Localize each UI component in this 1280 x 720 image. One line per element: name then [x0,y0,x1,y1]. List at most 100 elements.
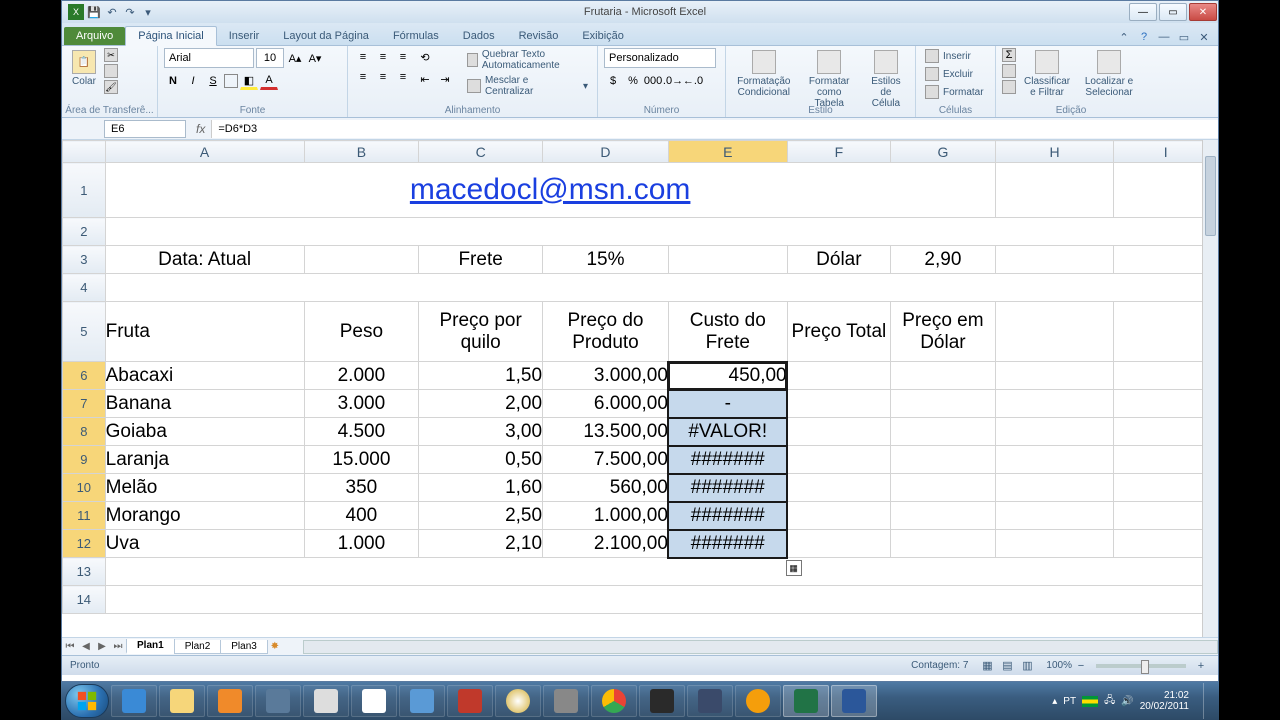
sheet-tab-plan3[interactable]: Plan3 [220,640,268,654]
sheet-tab-plan2[interactable]: Plan2 [174,640,222,654]
underline-button[interactable]: S [204,72,222,90]
currency-icon[interactable]: $ [604,72,622,90]
fx-icon[interactable]: fx [190,122,211,136]
mdi-restore-icon[interactable]: ▭ [1176,29,1192,45]
start-button[interactable] [65,684,109,718]
hdr-preco-quilo[interactable]: Preço por quilo [419,302,543,362]
file-tab[interactable]: Arquivo [64,27,125,45]
zoom-out-icon[interactable]: − [1072,657,1090,675]
decrease-indent-icon[interactable]: ⇤ [416,70,434,88]
mdi-close-icon[interactable]: ✕ [1196,29,1212,45]
task-camera[interactable] [639,685,685,717]
select-all-button[interactable] [63,141,106,163]
sheet-tab-plan1[interactable]: Plan1 [126,639,175,654]
cell-C3[interactable]: Frete [419,246,543,274]
spreadsheet-grid[interactable]: A B C D E F G H I 1 macedocl@msn.com 2 3… [62,140,1218,637]
tab-view[interactable]: Exibição [570,27,636,45]
cell-G3[interactable]: 2,90 [891,246,996,274]
autosum-icon[interactable]: Σ [1002,48,1016,62]
close-button[interactable]: ✕ [1189,3,1217,21]
font-size-select[interactable] [256,48,284,68]
cell-E6-active[interactable]: 450,00 [668,362,787,390]
task-avast[interactable] [735,685,781,717]
redo-icon[interactable]: ↷ [122,4,138,20]
mdi-min-icon[interactable]: — [1156,29,1172,45]
task-app3[interactable] [447,685,493,717]
sheet-nav-first-icon[interactable]: ⏮ [62,641,78,652]
task-calendar[interactable] [351,685,397,717]
decrease-decimal-icon[interactable]: ←.0 [684,72,702,90]
name-box[interactable] [104,120,186,138]
tab-home[interactable]: Página Inicial [125,26,216,46]
task-wmp[interactable] [207,685,253,717]
horizontal-scrollbar[interactable] [303,640,1218,654]
sheet-nav-last-icon[interactable]: ⏭ [110,641,126,652]
cell-F3[interactable]: Dólar [787,246,891,274]
align-right-icon[interactable]: ≡ [394,68,412,86]
copy-icon[interactable] [104,64,118,78]
shrink-font-icon[interactable]: A▾ [306,49,324,67]
increase-indent-icon[interactable]: ⇥ [436,70,454,88]
autofill-options-icon[interactable]: ▦ [786,560,802,576]
task-explorer[interactable] [159,685,205,717]
tab-formulas[interactable]: Fórmulas [381,27,451,45]
hdr-preco-produto[interactable]: Preço do Produto [543,302,669,362]
border-button[interactable] [224,74,238,88]
zoom-level[interactable]: 100% [1046,660,1072,671]
save-icon[interactable]: 💾 [86,4,102,20]
task-app1[interactable] [255,685,301,717]
fill-icon[interactable] [1002,64,1016,78]
format-painter-icon[interactable]: 🖌 [104,80,118,94]
find-select-button[interactable]: Localizar e Selecionar [1078,48,1140,100]
col-A[interactable]: A [105,141,304,163]
conditional-formatting-button[interactable]: Formatação Condicional [732,48,796,100]
hdr-fruta[interactable]: Fruta [105,302,304,362]
hdr-preco-dolar[interactable]: Preço em Dólar [891,302,996,362]
scrollbar-thumb[interactable] [1205,156,1216,236]
task-disc[interactable] [495,685,541,717]
delete-cells-button[interactable]: Excluir [922,66,987,82]
tray-expand-icon[interactable]: ▴ [1052,696,1057,707]
increase-decimal-icon[interactable]: .0→ [664,72,682,90]
tray-lang[interactable]: PT [1063,696,1076,707]
tab-layout[interactable]: Layout da Página [271,27,381,45]
new-sheet-icon[interactable]: ✸ [267,641,283,652]
view-pagebreak-icon[interactable]: ▥ [1018,657,1036,675]
orientation-icon[interactable]: ⟲ [416,48,434,66]
hdr-custo-frete[interactable]: Custo do Frete [668,302,787,362]
tab-data[interactable]: Dados [451,27,507,45]
hdr-peso[interactable]: Peso [304,302,419,362]
task-moviemaker[interactable] [303,685,349,717]
number-format-select[interactable] [604,48,716,68]
tab-review[interactable]: Revisão [507,27,571,45]
col-B[interactable]: B [304,141,419,163]
task-chrome[interactable] [591,685,637,717]
col-H[interactable]: H [995,141,1114,163]
comma-icon[interactable]: 000 [644,72,662,90]
title-cell[interactable]: macedocl@msn.com [105,163,995,218]
cell-styles-button[interactable]: Estilos de Célula [863,48,909,111]
task-ie[interactable] [111,685,157,717]
wrap-text-button[interactable]: Quebrar Texto Automaticamente [464,48,591,72]
col-C[interactable]: C [419,141,543,163]
tab-insert[interactable]: Inserir [217,27,272,45]
formula-input[interactable] [211,120,1218,138]
show-desktop-button[interactable] [1203,683,1215,719]
align-top-icon[interactable]: ≡ [354,48,372,66]
task-app4[interactable] [543,685,589,717]
fill-color-button[interactable]: ◧ [240,72,258,90]
align-bottom-icon[interactable]: ≡ [394,48,412,66]
sheet-nav-prev-icon[interactable]: ◀ [78,641,94,652]
task-browser2[interactable] [399,685,445,717]
tray-volume-icon[interactable]: 🔊 [1121,696,1133,707]
percent-icon[interactable]: % [624,72,642,90]
font-color-button[interactable]: A [260,72,278,90]
tray-flag-icon[interactable] [1082,696,1098,707]
cut-icon[interactable]: ✂ [104,48,118,62]
format-table-button[interactable]: Formatar como Tabela [800,48,859,111]
task-word[interactable] [831,685,877,717]
font-name-select[interactable] [164,48,254,68]
sort-filter-button[interactable]: Classificar e Filtrar [1020,48,1074,100]
bold-button[interactable]: N [164,72,182,90]
zoom-slider[interactable] [1096,664,1186,668]
